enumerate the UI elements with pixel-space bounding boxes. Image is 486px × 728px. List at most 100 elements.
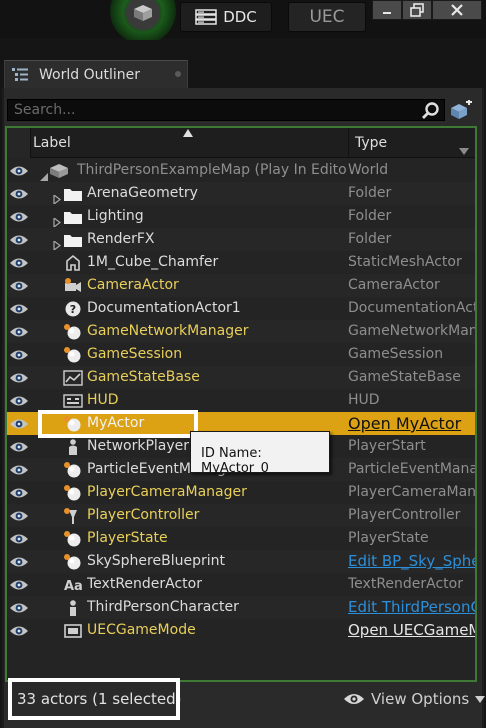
expanded-arrow-icon[interactable] — [39, 166, 48, 181]
add-filter-button[interactable] — [450, 98, 474, 122]
visibility-eye-icon[interactable] — [9, 554, 29, 568]
svg-text:?: ? — [70, 303, 76, 316]
visibility-eye-icon[interactable] — [9, 301, 29, 315]
tree-row[interactable]: HUD HUD — [7, 389, 475, 412]
search-input[interactable] — [7, 99, 445, 121]
tree-row[interactable]: PlayerState PlayerState — [7, 527, 475, 550]
tree-row[interactable]: ArenaGeometry Folder — [7, 182, 475, 206]
highlight-box-actor-count — [8, 678, 180, 720]
uec-button[interactable]: UEC — [288, 2, 366, 32]
visibility-eye-icon[interactable] — [9, 462, 29, 476]
search-icon[interactable] — [420, 101, 442, 119]
view-options-label: View Options — [371, 690, 470, 708]
row-type: World — [348, 162, 389, 178]
row-label: GameSession — [87, 346, 183, 362]
visibility-eye-icon[interactable] — [9, 623, 29, 637]
row-type: HUD — [348, 392, 380, 408]
minimize-button[interactable] — [372, 0, 402, 20]
row-type: Folder — [348, 231, 392, 247]
row-label: CameraActor — [87, 277, 179, 293]
row-type-link[interactable]: Open UECGameMode — [348, 619, 475, 642]
tree-row[interactable]: ? DocumentationActor1 DocumentationActor — [7, 297, 475, 320]
visibility-column-header[interactable] — [7, 128, 31, 158]
world-icon — [49, 161, 69, 180]
tree-row[interactable]: PlayerController PlayerController — [7, 504, 475, 527]
row-type-link[interactable]: Edit ThirdPersonCharacter — [348, 596, 475, 619]
tab-title: World Outliner — [39, 66, 140, 83]
visibility-eye-icon[interactable] — [9, 347, 29, 361]
row-label: ThirdPersonCharacter — [87, 599, 239, 615]
row-type: Folder — [348, 208, 392, 224]
collapsed-arrow-icon[interactable] — [53, 235, 61, 252]
folder-icon — [63, 207, 83, 226]
visibility-eye-icon[interactable] — [9, 278, 29, 292]
tab-world-outliner[interactable]: World Outliner — [4, 60, 188, 88]
row-type: StaticMeshActor — [348, 254, 462, 270]
row-type-link[interactable]: Open MyActor — [348, 412, 475, 435]
tree-row[interactable]: Aa TextRenderActor TextRenderActor — [7, 573, 475, 596]
tree-row[interactable]: CameraActor CameraActor — [7, 274, 475, 297]
row-type-link[interactable]: Edit BP_Sky_Sphere — [348, 550, 475, 573]
row-label: PlayerController — [87, 507, 200, 523]
tree-row[interactable]: UECGameMode Open UECGameMode — [7, 619, 475, 642]
visibility-eye-icon[interactable] — [9, 232, 29, 246]
visibility-eye-icon[interactable] — [9, 508, 29, 522]
close-button[interactable] — [432, 0, 482, 20]
row-label: TextRenderActor — [87, 576, 202, 592]
svg-text:Aa: Aa — [64, 579, 83, 593]
visibility-eye-icon[interactable] — [9, 393, 29, 407]
row-label: SkySphereBlueprint — [87, 553, 225, 569]
collapsed-arrow-icon[interactable] — [53, 189, 61, 206]
eye-icon — [344, 694, 364, 704]
visibility-eye-icon[interactable] — [9, 186, 29, 200]
visibility-eye-icon[interactable] — [9, 485, 29, 499]
ddc-button[interactable]: DDC — [180, 2, 272, 32]
row-type: PlayerController — [348, 507, 461, 523]
visibility-eye-icon[interactable] — [9, 600, 29, 614]
visibility-eye-icon[interactable] — [9, 531, 29, 545]
minimize-icon — [383, 12, 391, 14]
tree-row[interactable]: SkySphereBlueprint Edit BP_Sky_Sphere — [7, 550, 475, 573]
tree-row[interactable]: GameSession GameSession — [7, 343, 475, 366]
row-type: GameSession — [348, 346, 444, 362]
static-mesh-icon — [63, 253, 83, 272]
row-label: ArenaGeometry — [87, 185, 198, 201]
visibility-eye-icon[interactable] — [9, 163, 29, 177]
ddc-label: DDC — [223, 8, 257, 26]
row-type: GameNetworkManager — [348, 323, 475, 339]
column-header: Label Type — [7, 128, 475, 158]
label-column-header[interactable]: Label — [33, 128, 349, 158]
visibility-eye-icon[interactable] — [9, 439, 29, 453]
row-type: TextRenderActor — [348, 576, 463, 592]
collapsed-arrow-icon[interactable] — [53, 212, 61, 229]
visibility-eye-icon[interactable] — [9, 255, 29, 269]
tree-row[interactable]: PlayerCameraManager PlayerCameraManager — [7, 481, 475, 504]
visibility-eye-icon[interactable] — [9, 577, 29, 591]
maximize-button[interactable] — [402, 0, 432, 20]
player-start-icon — [63, 437, 83, 456]
tree-row[interactable]: GameNetworkManager GameNetworkManager — [7, 320, 475, 343]
visibility-eye-icon[interactable] — [9, 324, 29, 338]
world-outliner-icon — [12, 67, 28, 81]
column-dropdown-icon[interactable] — [459, 148, 469, 155]
row-type: PlayerStart — [348, 438, 426, 454]
visibility-eye-icon[interactable] — [9, 209, 29, 223]
row-type: ParticleEventManager — [348, 461, 475, 477]
tree-row[interactable]: ThirdPersonExampleMap (Play In Editor) Wo… — [7, 159, 475, 182]
view-options-button[interactable]: View Options — [343, 688, 486, 710]
sphere-icon — [63, 483, 83, 502]
camera-icon — [63, 276, 83, 295]
row-type: DocumentationActor — [348, 300, 475, 316]
tree-row[interactable]: ThirdPersonCharacter Edit ThirdPersonChar… — [7, 596, 475, 619]
tree-row[interactable]: 1M_Cube_Chamfer StaticMeshActor — [7, 251, 475, 274]
type-column-header[interactable]: Type — [349, 128, 475, 158]
visibility-eye-icon[interactable] — [9, 416, 29, 430]
title-bar: DDC UEC — [0, 0, 486, 44]
chevron-down-icon — [475, 695, 486, 703]
tree-row[interactable]: Lighting Folder — [7, 205, 475, 229]
sphere-icon — [63, 345, 83, 364]
tab-close-dot[interactable] — [175, 71, 181, 77]
visibility-eye-icon[interactable] — [9, 370, 29, 384]
tree-row[interactable]: RenderFX Folder — [7, 228, 475, 252]
tree-row[interactable]: GameStateBase GameStateBase — [7, 366, 475, 389]
